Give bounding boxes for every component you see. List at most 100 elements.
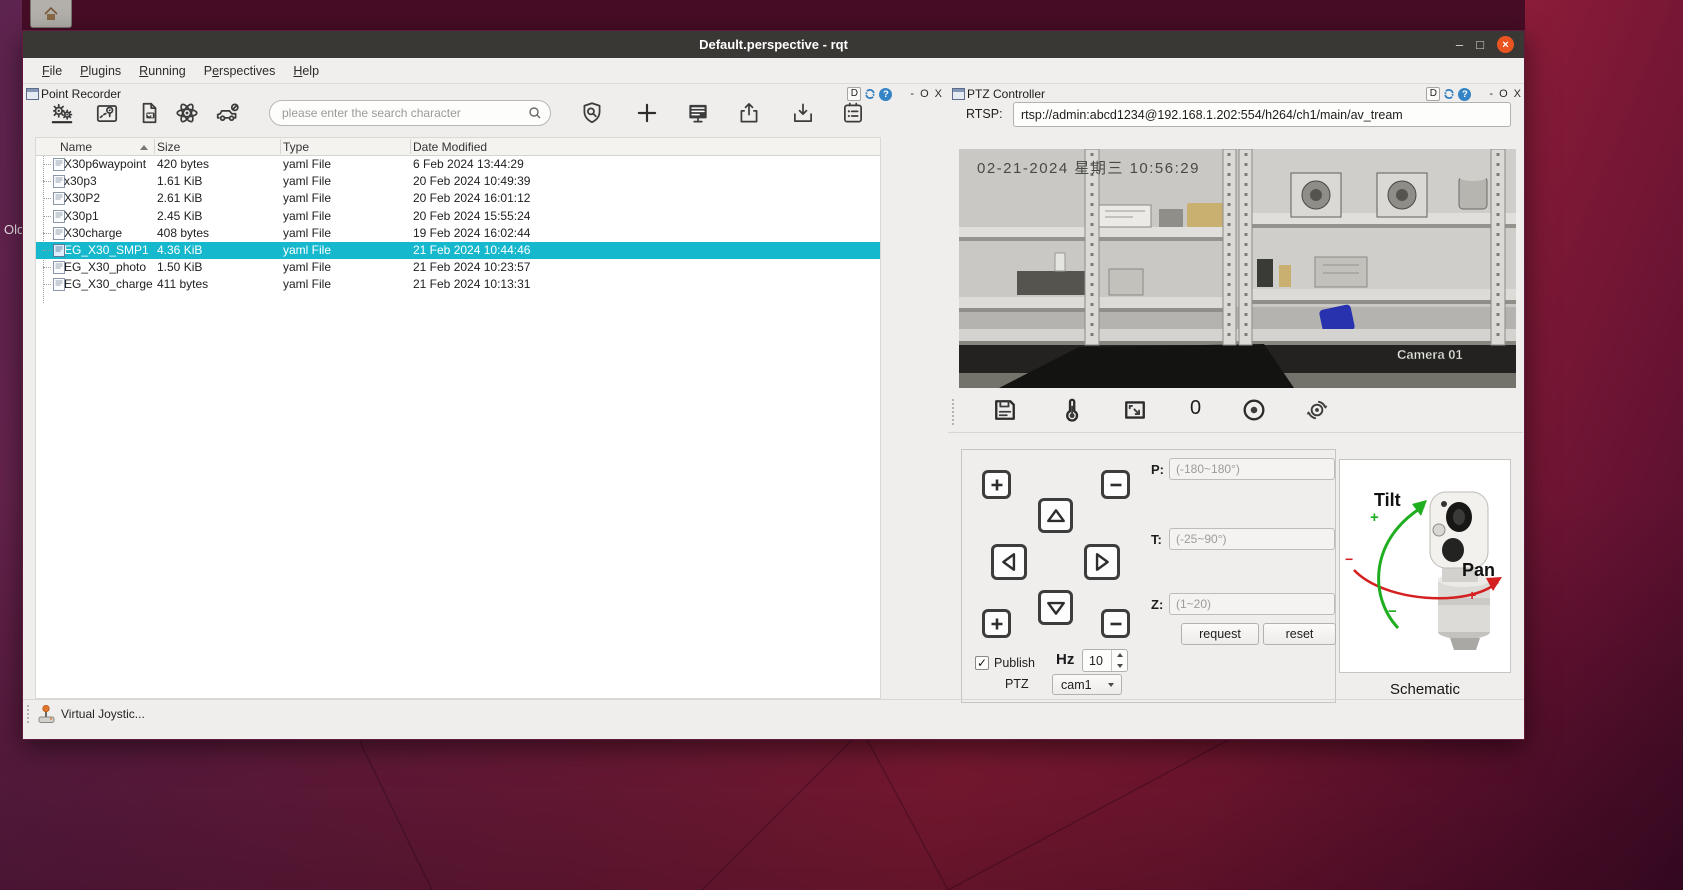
- zoom-input[interactable]: [1169, 593, 1335, 615]
- reset-button[interactable]: reset: [1263, 623, 1336, 645]
- export-icon[interactable]: [733, 97, 765, 129]
- publish-label: Publish: [994, 656, 1035, 670]
- zoom-field-label: Z:: [1151, 597, 1163, 612]
- table-row-selected[interactable]: EG_X30_SMP14.36 KiByaml File21 Feb 2024 …: [36, 242, 880, 259]
- background-mini-window: [30, 0, 72, 28]
- virtual-joystick-tab[interactable]: Virtual Joystic...: [37, 702, 145, 726]
- dock-maximize-button[interactable]: O: [918, 88, 931, 100]
- minimize-button[interactable]: –: [1456, 31, 1463, 58]
- tilt-down-button[interactable]: [1038, 590, 1073, 625]
- pan-left-button[interactable]: [991, 544, 1027, 580]
- camera-select-dropdown[interactable]: cam1: [1052, 674, 1122, 695]
- save-icon[interactable]: [989, 394, 1021, 426]
- ros-node-icon[interactable]: [171, 97, 203, 129]
- chevron-down-icon: [1108, 683, 1114, 687]
- spin-up-icon[interactable]: [1112, 650, 1127, 661]
- column-header-size[interactable]: Size: [157, 140, 180, 154]
- display-list-icon[interactable]: [682, 97, 714, 129]
- rqt-window: Default.perspective - rqt – □ × File Plu…: [22, 30, 1525, 740]
- table-row[interactable]: X30charge408 bytesyaml File19 Feb 2024 1…: [36, 225, 880, 242]
- rtsp-label: RTSP:: [966, 107, 1003, 121]
- dock-float-button[interactable]: -: [908, 88, 916, 100]
- hz-spinbox[interactable]: [1082, 649, 1128, 672]
- file-table[interactable]: Name Size Type Date Modified X30p6waypoi…: [35, 137, 881, 699]
- tilt-field-label: T:: [1151, 532, 1162, 547]
- hz-label: Hz: [1056, 651, 1074, 668]
- add-icon[interactable]: [631, 97, 663, 129]
- dock-drag-handle[interactable]: [27, 705, 29, 723]
- dock-d-button[interactable]: D: [1426, 87, 1440, 101]
- menu-running[interactable]: Running: [130, 64, 195, 78]
- toolbar-drag-handle[interactable]: [952, 399, 954, 425]
- record-icon[interactable]: [1238, 394, 1270, 426]
- pan-label: Pan: [1462, 560, 1495, 580]
- tilt-minus-label: −: [1388, 603, 1397, 620]
- reload-icon[interactable]: [1442, 87, 1456, 101]
- yaml-file-icon[interactable]: [133, 97, 165, 129]
- help-icon[interactable]: ?: [879, 88, 892, 101]
- import-icon[interactable]: [787, 97, 819, 129]
- zoom-out-right-button[interactable]: [1101, 470, 1130, 499]
- menu-file[interactable]: File: [33, 64, 71, 78]
- camera-select-value: cam1: [1061, 678, 1092, 692]
- map-waypoint-icon[interactable]: [91, 97, 123, 129]
- help-icon[interactable]: ?: [1458, 88, 1471, 101]
- publish-checkbox[interactable]: ✓: [975, 656, 989, 670]
- search-input[interactable]: [269, 100, 551, 126]
- dock-close-button[interactable]: X: [933, 88, 944, 100]
- column-header-type[interactable]: Type: [283, 140, 309, 154]
- table-header: Name Size Type Date Modified: [36, 138, 880, 156]
- rtsp-input[interactable]: [1013, 102, 1511, 127]
- plugin-window-icon: [26, 88, 39, 100]
- menubar: File Plugins Running Perspectives Help: [23, 58, 1524, 84]
- pan-field-label: P:: [1151, 462, 1164, 477]
- spin-down-icon[interactable]: [1112, 661, 1127, 672]
- menu-help[interactable]: Help: [284, 64, 328, 78]
- pan-right-button[interactable]: [1084, 544, 1120, 580]
- tilt-input[interactable]: [1169, 528, 1335, 550]
- task-list-icon[interactable]: [837, 97, 869, 129]
- dock-close-button[interactable]: X: [1512, 88, 1523, 100]
- settings-gears-icon[interactable]: [46, 97, 78, 129]
- table-row[interactable]: x30p31.61 KiByaml File20 Feb 2024 10:49:…: [36, 173, 880, 190]
- window-titlebar[interactable]: Default.perspective - rqt – □ ×: [23, 31, 1524, 58]
- dock-maximize-button[interactable]: O: [1497, 88, 1510, 100]
- ptz-controller-title: PTZ Controller: [967, 87, 1045, 101]
- zoom-zero-label[interactable]: 0: [1190, 397, 1201, 420]
- virtual-joystick-label: Virtual Joystic...: [61, 707, 145, 721]
- vehicle-icon[interactable]: [212, 97, 244, 129]
- zoom-out-bottom-button[interactable]: [1101, 609, 1130, 638]
- menu-plugins[interactable]: Plugins: [71, 64, 130, 78]
- maximize-button[interactable]: □: [1476, 31, 1484, 58]
- tilt-up-button[interactable]: [1038, 498, 1073, 533]
- table-row[interactable]: X30p12.45 KiByaml File20 Feb 2024 15:55:…: [36, 208, 880, 225]
- thermometer-icon[interactable]: [1056, 394, 1088, 426]
- toolbar-divider: [948, 432, 1523, 433]
- fullscreen-icon[interactable]: [1119, 394, 1151, 426]
- dock-float-button[interactable]: -: [1487, 88, 1495, 100]
- menu-perspectives[interactable]: Perspectives: [195, 64, 285, 78]
- pan-input[interactable]: [1169, 458, 1335, 480]
- table-row[interactable]: EG_X30_charge411 bytesyaml File21 Feb 20…: [36, 276, 880, 293]
- bottom-divider: [23, 699, 1524, 700]
- warehouse-scene: 02-21-2024 星期三 10:56:29 Camera 01: [959, 149, 1516, 388]
- table-row[interactable]: X30P22.61 KiByaml File20 Feb 2024 16:01:…: [36, 190, 880, 207]
- camera-rotate-icon[interactable]: [1301, 394, 1333, 426]
- table-row[interactable]: X30p6waypoint420 bytesyaml File6 Feb 202…: [36, 156, 880, 173]
- ptz-controller-titlebar[interactable]: PTZ Controller D ? - O X: [952, 86, 1523, 102]
- zoom-in-left-button[interactable]: [982, 470, 1011, 499]
- plugin-window-icon: [952, 88, 965, 100]
- column-header-name[interactable]: Name: [60, 140, 92, 154]
- close-button[interactable]: ×: [1497, 36, 1514, 53]
- ptz-select-label: PTZ: [1005, 677, 1029, 691]
- tilt-label: Tilt: [1374, 490, 1401, 510]
- sort-ascending-icon: [140, 145, 148, 150]
- table-row[interactable]: EG_X30_photo1.50 KiByaml File21 Feb 2024…: [36, 259, 880, 276]
- shield-search-icon[interactable]: [576, 97, 608, 129]
- pan-plus-label: +: [1468, 587, 1476, 603]
- request-button[interactable]: request: [1181, 623, 1259, 645]
- column-header-date[interactable]: Date Modified: [413, 140, 487, 154]
- zoom-in-bottom-button[interactable]: [982, 609, 1011, 638]
- hz-value-input[interactable]: [1083, 650, 1111, 671]
- schematic-panel: + − − + Tilt Pan: [1339, 459, 1511, 673]
